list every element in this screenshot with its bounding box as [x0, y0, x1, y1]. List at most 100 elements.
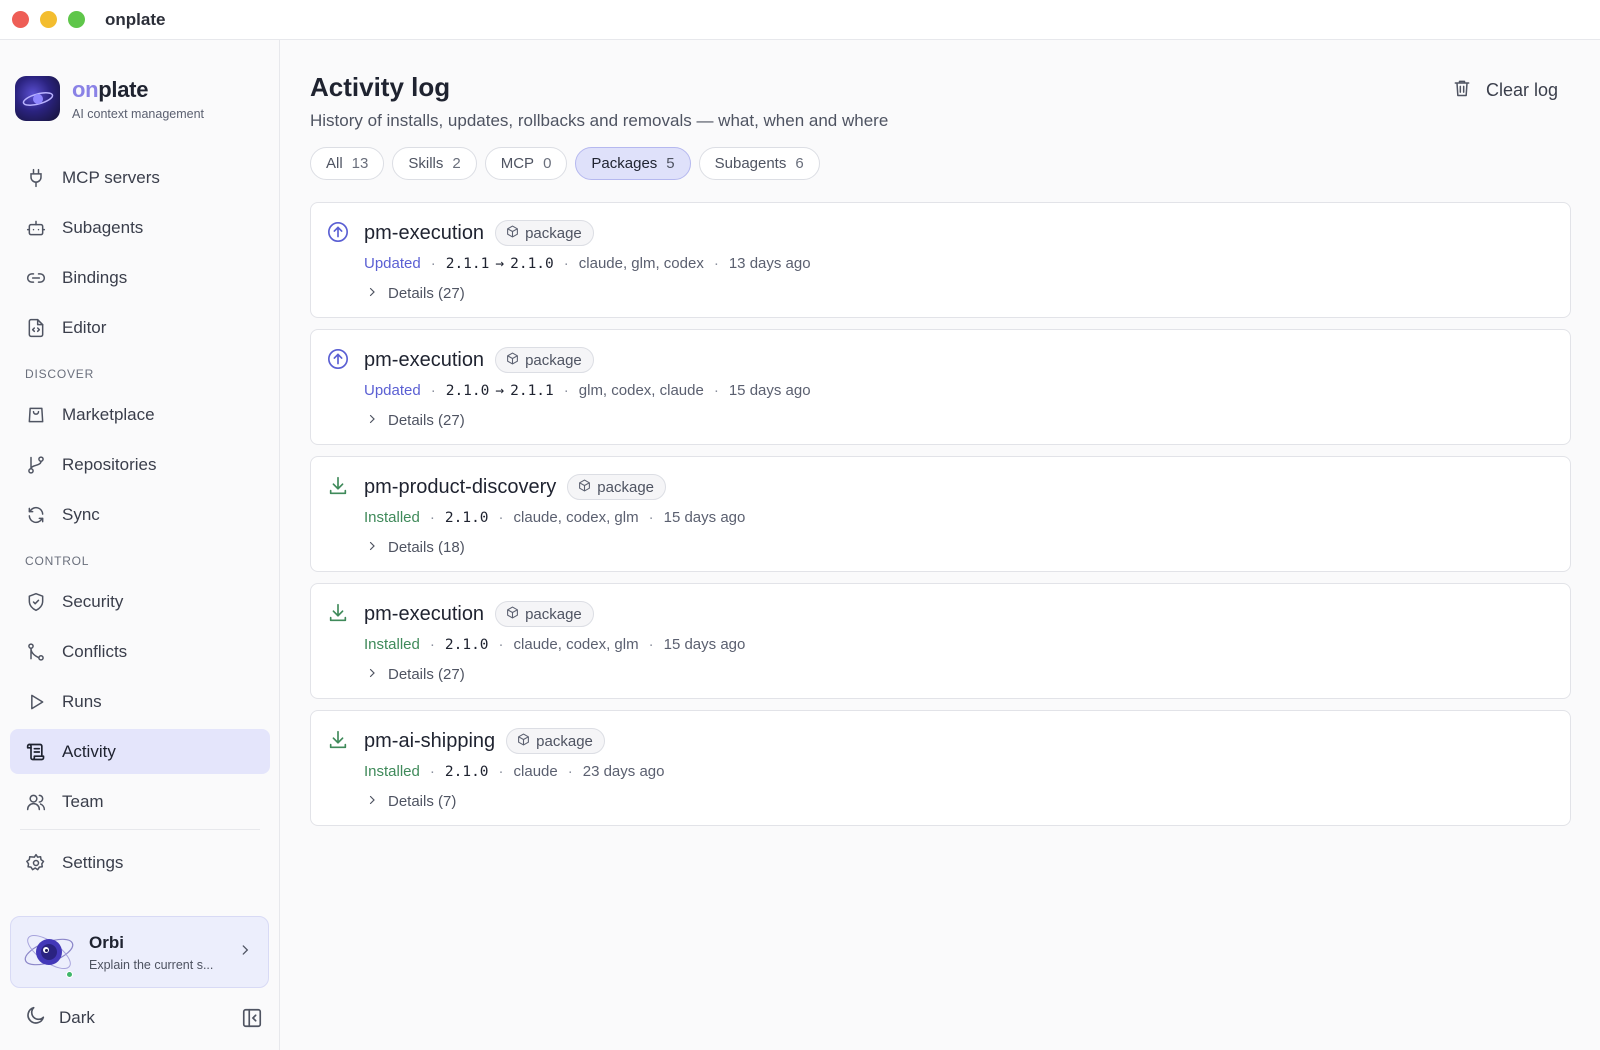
entry-meta: Updated · 2.1.0 → 2.1.1 · glm, codex, clau… — [364, 382, 811, 399]
activity-list: pm-execution package Updated · 2.1.1 → 2.1… — [310, 202, 1571, 837]
section-label-discover: DISCOVER — [25, 367, 95, 381]
timestamp: 13 days ago — [728, 255, 811, 272]
status-label: Installed — [364, 636, 420, 653]
chevron-right-icon — [366, 412, 378, 429]
sidebar-item-bindings[interactable]: Bindings — [10, 255, 270, 300]
package-name: pm-execution — [364, 221, 485, 244]
sidebar-item-mcp-servers[interactable]: MCP servers — [10, 155, 270, 200]
clear-log-button[interactable]: Clear log — [1452, 78, 1558, 103]
users-icon — [25, 791, 47, 813]
filter-skills[interactable]: Skills 2 — [392, 147, 477, 180]
sidebar-item-settings[interactable]: Settings — [10, 840, 270, 885]
activity-entry: pm-ai-shipping package Installed · 2.1.0… — [310, 710, 1571, 826]
download-icon — [327, 602, 349, 624]
chevron-right-icon — [238, 943, 252, 962]
shield-icon — [25, 591, 47, 613]
window-controls — [12, 11, 85, 28]
type-badge: package — [495, 347, 594, 373]
arrow-up-circle-icon — [327, 221, 349, 243]
sidebar-item-sync[interactable]: Sync — [10, 492, 270, 537]
section-label-control: CONTROL — [25, 554, 90, 568]
sidebar-divider — [20, 829, 260, 830]
title-bar: onplate — [0, 0, 1600, 40]
sidebar-item-security[interactable]: Security — [10, 579, 270, 624]
sidebar-footer: Dark — [10, 995, 270, 1040]
type-badge: package — [567, 474, 667, 500]
online-status-dot — [66, 971, 73, 978]
filter-chips: All 13 Skills 2 MCP 0 Packages 5 Subagents 6 — [310, 147, 820, 180]
chevron-right-icon — [366, 666, 378, 683]
chevron-right-icon — [366, 285, 378, 302]
details-toggle[interactable]: Details (27) — [366, 666, 465, 683]
filter-all[interactable]: All 13 — [310, 147, 385, 180]
orbi-assistant-card[interactable]: Orbi Explain the current s... — [10, 916, 269, 988]
version: 2.1.0 — [444, 509, 489, 526]
details-toggle[interactable]: Details (7) — [366, 793, 456, 810]
type-badge: package — [506, 728, 605, 754]
version: 2.1.0 — [444, 636, 489, 653]
arrow-right-icon: → — [495, 255, 505, 272]
entry-meta: Updated · 2.1.1 → 2.1.0 · claude, glm, cod… — [364, 255, 811, 272]
status-label: Installed — [364, 763, 420, 780]
targets: claude — [513, 763, 558, 780]
details-toggle[interactable]: Details (18) — [366, 539, 465, 556]
type-badge: package — [495, 220, 594, 246]
maximize-window-button[interactable] — [68, 11, 85, 28]
bot-icon — [25, 217, 47, 239]
arrow-up-circle-icon — [327, 348, 349, 370]
theme-toggle[interactable]: Dark — [59, 1008, 95, 1028]
activity-entry: pm-execution package Updated · 2.1.1 → 2.1… — [310, 202, 1571, 318]
package-name: pm-product-discovery — [364, 475, 557, 498]
trash-icon — [1452, 78, 1472, 103]
targets: glm, codex, claude — [578, 382, 704, 399]
version: 2.1.0 — [444, 763, 489, 780]
timestamp: 15 days ago — [728, 382, 811, 399]
activity-entry: pm-execution package Updated · 2.1.0 → 2.1… — [310, 329, 1571, 445]
chevron-right-icon — [366, 793, 378, 810]
app-title: onplate — [105, 9, 166, 29]
arrow-right-icon: → — [495, 382, 505, 399]
filter-mcp[interactable]: MCP 0 — [484, 147, 568, 180]
sidebar-item-runs[interactable]: Runs — [10, 679, 270, 724]
filter-subagents[interactable]: Subagents 6 — [698, 147, 820, 180]
gear-icon — [25, 852, 47, 874]
details-toggle[interactable]: Details (27) — [366, 285, 465, 302]
orbi-subtitle: Explain the current s... — [89, 957, 214, 972]
filter-packages[interactable]: Packages 5 — [575, 147, 691, 180]
brand-subtitle: AI context management — [72, 106, 205, 121]
close-window-button[interactable] — [12, 11, 29, 28]
details-toggle[interactable]: Details (27) — [366, 412, 465, 429]
version-change: 2.1.0 → 2.1.1 — [445, 382, 554, 399]
package-name: pm-execution — [364, 602, 485, 625]
status-label: Updated — [364, 255, 421, 272]
sidebar-item-conflicts[interactable]: Conflicts — [10, 629, 270, 674]
page-subtitle: History of installs, updates, rollbacks … — [310, 111, 889, 130]
status-label: Updated — [364, 382, 421, 399]
sidebar-item-marketplace[interactable]: Marketplace — [10, 392, 270, 437]
scroll-icon — [25, 741, 47, 763]
sidebar-item-activity[interactable]: Activity — [10, 729, 270, 774]
sidebar-nav: MCP servers Subagents Bindings Editor DI… — [10, 155, 270, 890]
package-icon — [506, 606, 519, 623]
activity-entry: pm-product-discovery package Installed ·… — [310, 456, 1571, 572]
git-merge-icon — [25, 641, 47, 663]
status-label: Installed — [364, 509, 420, 526]
timestamp: 15 days ago — [663, 636, 746, 653]
moon-icon[interactable] — [25, 1004, 47, 1031]
sidebar-item-repositories[interactable]: Repositories — [10, 442, 270, 487]
entry-meta: Installed · 2.1.0 · claude, codex, glm ·… — [364, 509, 746, 526]
package-name: pm-ai-shipping — [364, 729, 496, 752]
sidebar-item-editor[interactable]: Editor — [10, 305, 270, 350]
targets: claude, codex, glm — [513, 636, 639, 653]
plug-icon — [25, 167, 47, 189]
download-icon — [327, 475, 349, 497]
timestamp: 23 days ago — [582, 763, 665, 780]
chevron-right-icon — [366, 539, 378, 556]
collapse-sidebar-icon[interactable] — [241, 1007, 263, 1034]
sidebar-item-subagents[interactable]: Subagents — [10, 205, 270, 250]
package-name: pm-execution — [364, 348, 485, 371]
sidebar-item-team[interactable]: Team — [10, 779, 270, 824]
package-icon — [506, 225, 519, 242]
minimize-window-button[interactable] — [40, 11, 57, 28]
sidebar: onplate AI context management MCP server… — [0, 40, 280, 1050]
